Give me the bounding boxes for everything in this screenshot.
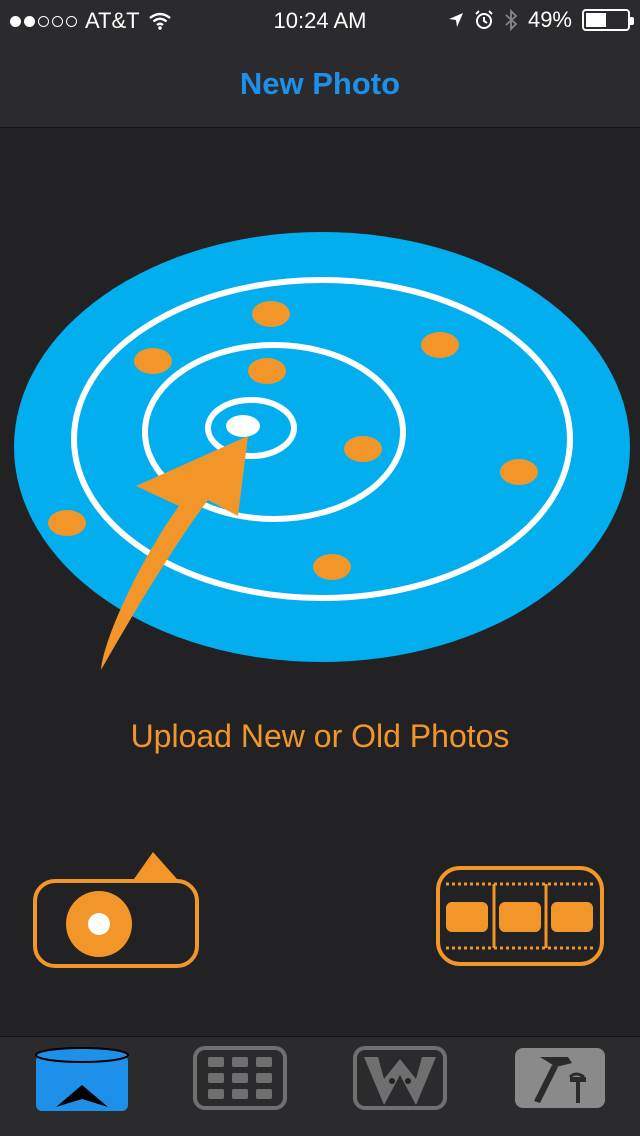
battery-percent: 49% bbox=[527, 7, 572, 32]
tab-bar bbox=[0, 1036, 640, 1136]
battery-fill bbox=[586, 13, 606, 27]
radar-blip bbox=[421, 332, 459, 358]
radar-center bbox=[226, 415, 260, 437]
location-arrow-icon bbox=[448, 13, 463, 27]
tab-grid[interactable] bbox=[192, 1045, 288, 1111]
alarm-icon bbox=[475, 10, 493, 29]
radar-blip bbox=[313, 554, 351, 580]
battery-icon bbox=[582, 9, 634, 31]
tab-tools[interactable] bbox=[512, 1045, 608, 1111]
tools-tab-icon bbox=[515, 1048, 605, 1108]
status-right: 49% bbox=[448, 7, 634, 33]
camera-button[interactable] bbox=[30, 848, 202, 972]
photo-library-button[interactable] bbox=[434, 864, 606, 968]
radar-target-illustration bbox=[14, 232, 630, 670]
radar-blip bbox=[48, 510, 86, 536]
radar-blip bbox=[500, 459, 538, 485]
radar-blip bbox=[248, 358, 286, 384]
camera-icon bbox=[33, 852, 199, 968]
tab-w-app[interactable] bbox=[352, 1045, 448, 1111]
new-photo-tab-icon bbox=[35, 1047, 129, 1111]
page-title: New Photo bbox=[239, 66, 401, 101]
upload-instruction: Upload New or Old Photos bbox=[130, 718, 510, 754]
radar-blip bbox=[134, 348, 172, 374]
radar-blip bbox=[344, 436, 382, 462]
film-strip-icon bbox=[436, 866, 604, 966]
bluetooth-icon bbox=[505, 9, 518, 31]
grid-tab-icon bbox=[193, 1046, 287, 1110]
tab-new-photo[interactable] bbox=[34, 1045, 130, 1111]
radar-blip bbox=[252, 301, 290, 327]
navigation-bar: New Photo bbox=[0, 40, 640, 128]
w-app-tab-icon bbox=[353, 1046, 447, 1110]
status-bar: AT&T 10:24 AM 49% bbox=[0, 0, 640, 40]
